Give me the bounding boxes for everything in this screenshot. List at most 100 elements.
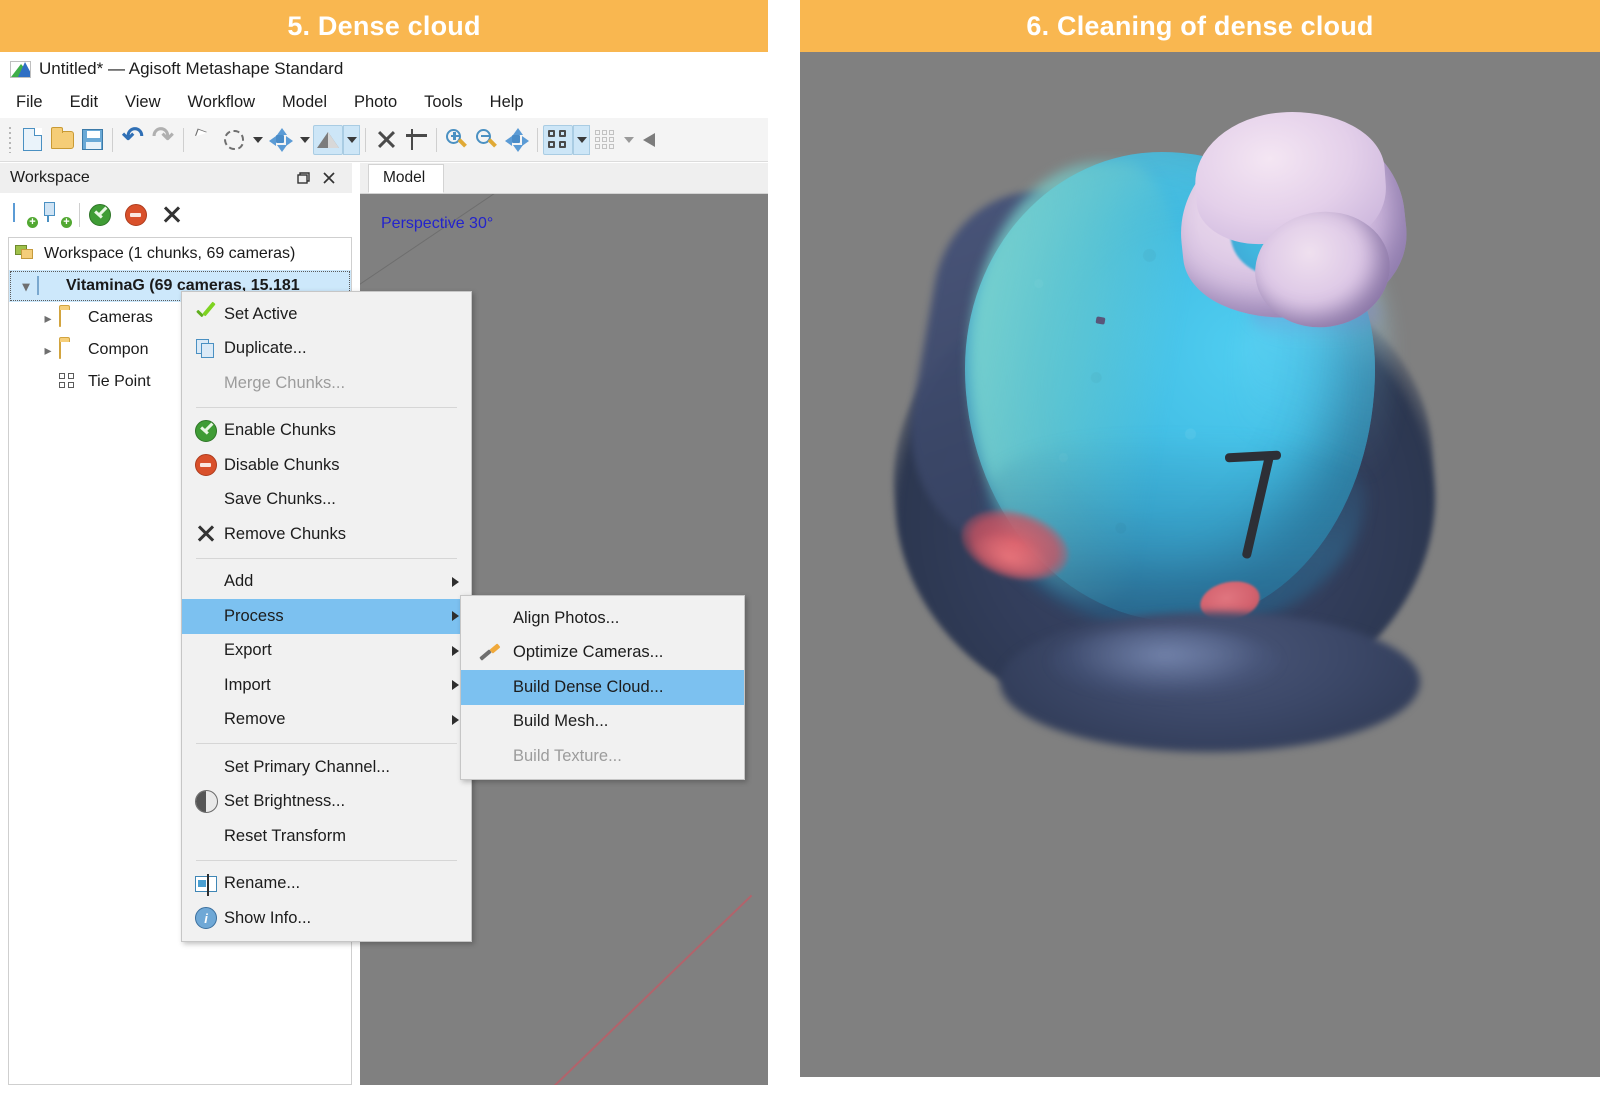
right-banner-title: 6. Cleaning of dense cloud [1026,10,1374,41]
menu-item-label: Build Texture... [513,746,622,765]
free-form-selection-dropdown-icon[interactable] [249,125,266,155]
menu-workflow[interactable]: Workflow [188,93,256,112]
menu-tools[interactable]: Tools [424,93,463,112]
chunk-context-menu: Set Active Duplicate... Merge Chunks... … [181,291,472,942]
shading-mode-dropdown-icon[interactable] [343,124,360,155]
region-axis-line [549,894,752,1085]
submenu-item-build-mesh[interactable]: Build Mesh... [461,705,744,740]
right-banner: 6. Cleaning of dense cloud [800,0,1600,52]
left-panel: 5. Dense cloud Untitled* — Agisoft Metas… [0,0,768,1093]
delete-selection-icon[interactable] [371,125,401,155]
close-icon[interactable] [316,165,342,191]
menu-item-duplicate[interactable]: Duplicate... [182,332,471,367]
menu-item-label: Build Mesh... [513,712,609,731]
menu-view[interactable]: View [125,93,160,112]
menu-item-import[interactable]: Import [182,668,471,703]
chevron-right-icon[interactable]: ▸ [37,310,59,327]
menu-item-enable-chunks[interactable]: Enable Chunks [182,414,471,449]
undo-icon[interactable] [118,121,148,155]
navigation-move-icon[interactable] [266,125,296,155]
submenu-arrow-icon [452,714,459,725]
reset-view-icon[interactable] [502,125,532,155]
show-tie-points-dropdown-icon[interactable] [620,125,637,155]
menu-separator [196,743,457,744]
open-folder-icon[interactable] [47,125,77,155]
menu-item-process[interactable]: Process [182,599,471,634]
disable-icon [188,454,224,477]
model-eyebrow [1225,452,1287,562]
menu-photo[interactable]: Photo [354,93,397,112]
menu-item-export[interactable]: Export [182,634,471,669]
toolbar-separator [183,127,184,152]
zoom-out-icon[interactable] [472,125,502,155]
menu-item-add[interactable]: Add [182,565,471,600]
disable-icon[interactable] [121,200,151,230]
menu-item-label: Save Chunks... [224,490,336,509]
workspace-icon [15,245,37,263]
tree-label: Compon [88,341,149,358]
undock-icon[interactable] [290,165,316,191]
menu-item-label: Set Primary Channel... [224,757,390,776]
enable-icon [188,419,224,442]
zoom-in-icon[interactable] [442,125,472,155]
menu-model[interactable]: Model [282,93,327,112]
navigation-dropdown-icon[interactable] [296,125,313,155]
submenu-item-align-photos[interactable]: Align Photos... [461,601,744,636]
metashape-logo-icon [10,60,31,78]
save-icon[interactable] [77,125,107,155]
tree-label: Tie Point [88,373,151,390]
chevron-right-icon[interactable]: ▸ [37,342,59,359]
submenu-arrow-icon [452,576,459,587]
menu-item-reset-transform[interactable]: Reset Transform [182,819,471,854]
tab-model[interactable]: Model [368,164,445,193]
tree-row-workspace[interactable]: Workspace (1 chunks, 69 cameras) [9,238,351,270]
model-speck [1095,316,1106,325]
show-region-icon[interactable] [637,125,667,155]
tie-points-icon [59,373,81,391]
free-form-selection-icon[interactable] [219,125,249,155]
workspace-panel-title: Workspace [10,169,90,186]
show-cameras-dropdown-icon[interactable] [573,124,590,155]
duplicate-icon [188,339,224,359]
menu-item-set-brightness[interactable]: Set Brightness... [182,785,471,820]
menu-help[interactable]: Help [490,93,524,112]
crop-selection-icon[interactable] [401,125,431,155]
submenu-item-build-dense-cloud[interactable]: Build Dense Cloud... [461,670,744,705]
enable-icon[interactable] [85,200,115,230]
menu-item-remove-chunks[interactable]: Remove Chunks [182,517,471,552]
shading-mode-icon[interactable] [313,124,343,155]
toolbar-separator [365,127,366,152]
model-front-base-highlight [1050,627,1280,697]
menu-item-disable-chunks[interactable]: Disable Chunks [182,448,471,483]
viewport-projection-label: Perspective 30° [381,215,494,232]
new-document-icon[interactable] [17,125,47,155]
pointer-select-icon[interactable] [189,125,219,155]
redo-icon[interactable] [148,121,178,155]
menu-separator [196,557,457,559]
main-toolbar [0,118,768,162]
info-icon: i [188,907,224,930]
show-tie-points-icon[interactable] [590,125,620,155]
menu-file[interactable]: File [16,93,43,112]
menu-edit[interactable]: Edit [70,93,98,112]
submenu-arrow-icon [452,680,459,691]
menu-item-label: Rename... [224,874,301,893]
menu-item-label: Merge Chunks... [224,373,346,392]
add-photos-icon[interactable]: + [44,200,74,230]
menu-item-set-active[interactable]: Set Active [182,297,471,332]
menu-item-save-chunks[interactable]: Save Chunks... [182,483,471,518]
remove-icon[interactable] [157,200,187,230]
app-titlebar: Untitled* — Agisoft Metashape Standard [0,52,768,86]
menu-item-show-info[interactable]: i Show Info... [182,901,471,936]
show-cameras-icon[interactable] [543,124,573,155]
menu-item-set-primary-channel[interactable]: Set Primary Channel... [182,750,471,785]
chevron-down-icon[interactable]: ▾ [15,278,37,295]
dense-cloud-viewport[interactable] [800,52,1600,1077]
toolbar-grip[interactable] [6,126,14,153]
menu-item-remove[interactable]: Remove [182,703,471,738]
menu-item-rename[interactable]: Rename... [182,867,471,902]
submenu-item-optimize-cameras[interactable]: Optimize Cameras... [461,636,744,671]
x-icon [188,524,224,544]
menu-item-label: Enable Chunks [224,421,336,440]
add-chunk-icon[interactable]: + [10,200,40,230]
